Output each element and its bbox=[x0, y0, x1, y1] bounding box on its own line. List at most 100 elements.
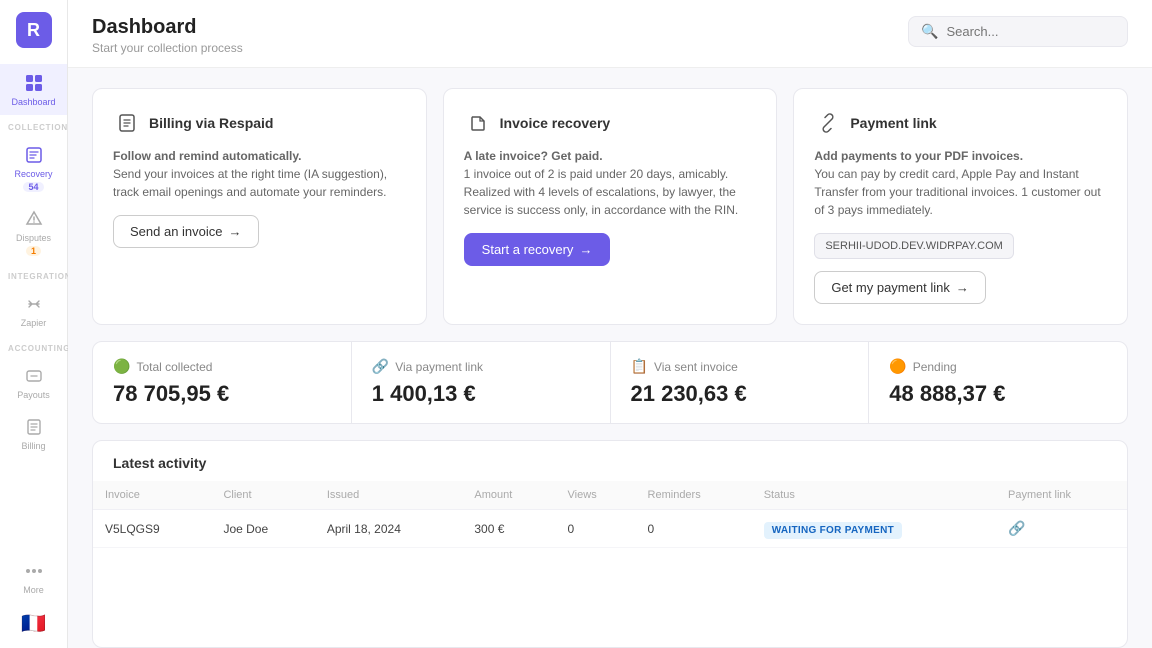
col-client: Client bbox=[211, 481, 314, 510]
payment-link-url: SERHII-UDOD.DEV.WIDRPAY.COM bbox=[814, 233, 1013, 259]
stat-total-value: 78 705,95 € bbox=[113, 381, 331, 407]
app-logo[interactable]: R bbox=[16, 12, 52, 48]
stat-pending: 🟠 Pending 48 888,37 € bbox=[869, 342, 1127, 423]
recovery-icon bbox=[23, 144, 45, 166]
stat-payment-link-value: 1 400,13 € bbox=[372, 381, 590, 407]
search-input[interactable] bbox=[946, 24, 1115, 39]
disputes-icon bbox=[23, 208, 45, 230]
recovery-card-header: Invoice recovery bbox=[464, 109, 757, 137]
sidebar-item-dashboard[interactable]: Dashboard bbox=[0, 64, 67, 115]
more-icon bbox=[23, 560, 45, 582]
sent-invoice-icon: 📋 bbox=[631, 358, 648, 375]
start-recovery-arrow: → bbox=[579, 242, 592, 257]
send-invoice-arrow: → bbox=[229, 224, 242, 239]
row-views: 0 bbox=[556, 510, 636, 548]
page-title: Dashboard bbox=[92, 16, 243, 39]
stat-via-sent-invoice: 📋 Via sent invoice 21 230,63 € bbox=[611, 342, 870, 423]
billing-card: Billing via Respaid Follow and remind au… bbox=[92, 88, 427, 325]
stat-via-payment-link: 🔗 Via payment link 1 400,13 € bbox=[352, 342, 611, 423]
table-row: V5LQGS9 Joe Doe April 18, 2024 300 € 0 0… bbox=[93, 510, 1127, 548]
sidebar-item-billing-label: Billing bbox=[21, 441, 45, 451]
col-amount: Amount bbox=[462, 481, 555, 510]
sidebar-item-billing[interactable]: Billing bbox=[0, 408, 67, 459]
payouts-icon bbox=[23, 365, 45, 387]
sidebar-item-zapier[interactable]: Zapier bbox=[0, 285, 67, 336]
total-collected-icon: 🟢 bbox=[113, 358, 130, 375]
cards-row: Billing via Respaid Follow and remind au… bbox=[68, 68, 1152, 325]
sidebar-bottom: More 🇫🇷 bbox=[19, 552, 49, 636]
sidebar-item-zapier-label: Zapier bbox=[21, 318, 47, 328]
row-payment-link: 🔗 bbox=[996, 510, 1127, 548]
billing-card-desc: Follow and remind automatically. Send yo… bbox=[113, 147, 406, 201]
billing-icon bbox=[23, 416, 45, 438]
search-icon: 🔍 bbox=[921, 23, 938, 40]
sidebar-section-collection: COLLECTION bbox=[0, 123, 68, 132]
header: Dashboard Start your collection process … bbox=[68, 0, 1152, 68]
sidebar-item-dashboard-label: Dashboard bbox=[11, 97, 55, 107]
sidebar: R Dashboard COLLECTION Rec bbox=[0, 0, 68, 648]
stats-row: 🟢 Total collected 78 705,95 € 🔗 Via paym… bbox=[92, 341, 1128, 424]
stat-sent-invoice-value: 21 230,63 € bbox=[631, 381, 849, 407]
row-client: Joe Doe bbox=[211, 510, 314, 548]
activity-table: Invoice Client Issued Amount Views Remin… bbox=[93, 481, 1127, 548]
stat-payment-link-label: 🔗 Via payment link bbox=[372, 358, 590, 375]
sidebar-item-recovery-label: Recovery bbox=[14, 169, 52, 179]
recovery-card-icon bbox=[464, 109, 492, 137]
payment-link-card-icon bbox=[814, 109, 842, 137]
sidebar-section-integrations: INTEGRATIONS bbox=[0, 272, 77, 281]
payment-link-card-title: Payment link bbox=[850, 115, 936, 131]
sidebar-item-more-label: More bbox=[23, 585, 44, 595]
sidebar-item-payouts[interactable]: Payouts bbox=[0, 357, 67, 408]
row-invoice: V5LQGS9 bbox=[93, 510, 211, 548]
recovery-card-desc: A late invoice? Get paid. 1 invoice out … bbox=[464, 147, 757, 219]
activity-title: Latest activity bbox=[93, 441, 1127, 481]
row-payment-link-icon[interactable]: 🔗 bbox=[1008, 520, 1025, 536]
billing-card-header: Billing via Respaid bbox=[113, 109, 406, 137]
sidebar-item-payouts-label: Payouts bbox=[17, 390, 50, 400]
stat-total-label: 🟢 Total collected bbox=[113, 358, 331, 375]
row-issued: April 18, 2024 bbox=[315, 510, 463, 548]
col-status: Status bbox=[752, 481, 996, 510]
billing-card-icon bbox=[113, 109, 141, 137]
row-reminders: 0 bbox=[636, 510, 752, 548]
stat-pending-value: 48 888,37 € bbox=[889, 381, 1107, 407]
payment-link-card: Payment link Add payments to your PDF in… bbox=[793, 88, 1128, 325]
recovery-card: Invoice recovery A late invoice? Get pai… bbox=[443, 88, 778, 325]
stat-sent-invoice-label: 📋 Via sent invoice bbox=[631, 358, 849, 375]
sidebar-item-more[interactable]: More bbox=[19, 552, 49, 603]
col-reminders: Reminders bbox=[636, 481, 752, 510]
sidebar-item-disputes[interactable]: Disputes 1 bbox=[0, 200, 67, 264]
recovery-badge: 54 bbox=[23, 182, 43, 192]
get-payment-link-label: Get my payment link bbox=[831, 280, 950, 295]
start-recovery-button[interactable]: Start a recovery → bbox=[464, 233, 611, 266]
pending-icon: 🟠 bbox=[889, 358, 906, 375]
sidebar-item-disputes-label: Disputes bbox=[16, 233, 51, 243]
sidebar-item-recovery[interactable]: Recovery 54 bbox=[0, 136, 67, 200]
col-views: Views bbox=[556, 481, 636, 510]
header-left: Dashboard Start your collection process bbox=[92, 16, 243, 55]
col-payment-link: Payment link bbox=[996, 481, 1127, 510]
payment-link-card-desc: Add payments to your PDF invoices. You c… bbox=[814, 147, 1107, 219]
search-bar[interactable]: 🔍 bbox=[908, 16, 1128, 47]
payment-link-stat-icon: 🔗 bbox=[372, 358, 389, 375]
payment-link-card-header: Payment link bbox=[814, 109, 1107, 137]
get-payment-link-arrow: → bbox=[956, 280, 969, 295]
table-header: Invoice Client Issued Amount Views Remin… bbox=[93, 481, 1127, 510]
billing-card-title: Billing via Respaid bbox=[149, 115, 273, 131]
row-status: WAITING FOR PAYMENT bbox=[752, 510, 996, 548]
sidebar-section-accounting: ACCOUNTING bbox=[0, 344, 70, 353]
main-content: Dashboard Start your collection process … bbox=[68, 0, 1152, 648]
status-badge: WAITING FOR PAYMENT bbox=[764, 522, 902, 539]
get-payment-link-button[interactable]: Get my payment link → bbox=[814, 271, 986, 304]
activity-section: Latest activity Invoice Client Issued Am… bbox=[92, 440, 1128, 648]
stat-pending-label: 🟠 Pending bbox=[889, 358, 1107, 375]
row-amount: 300 € bbox=[462, 510, 555, 548]
stat-total-collected: 🟢 Total collected 78 705,95 € bbox=[93, 342, 352, 423]
zapier-icon bbox=[23, 293, 45, 315]
page-subtitle: Start your collection process bbox=[92, 41, 243, 55]
disputes-badge: 1 bbox=[26, 246, 41, 256]
send-invoice-button[interactable]: Send an invoice → bbox=[113, 215, 259, 248]
send-invoice-label: Send an invoice bbox=[130, 224, 223, 239]
start-recovery-label: Start a recovery bbox=[482, 242, 574, 257]
language-flag[interactable]: 🇫🇷 bbox=[21, 611, 46, 636]
